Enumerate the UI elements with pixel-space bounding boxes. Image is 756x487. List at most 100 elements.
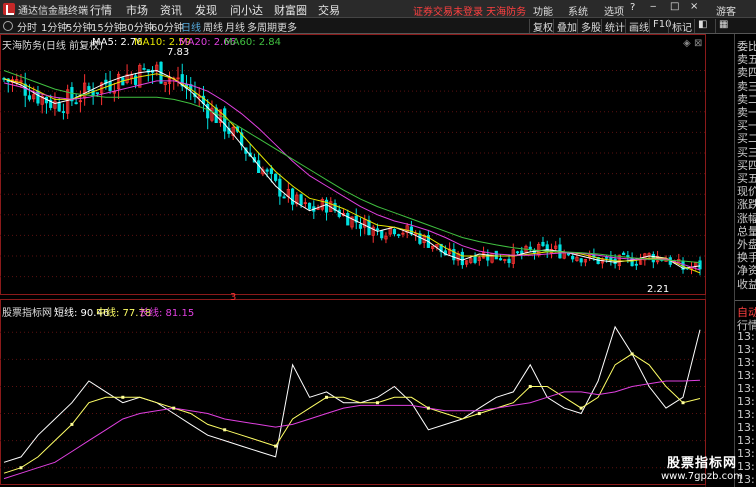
- period-60min[interactable]: 60分钟: [151, 19, 184, 34]
- app-logo-icon: [3, 3, 15, 15]
- candle-body: [142, 68, 146, 70]
- candle-body: [265, 169, 269, 172]
- long-line: [3, 379, 701, 480]
- candle-body: [498, 258, 503, 261]
- menu-quotes[interactable]: 行情: [90, 2, 112, 18]
- candle-body: [27, 95, 32, 100]
- watermark: 股票指标网 www.7gpzb.com: [648, 452, 756, 487]
- menu-news[interactable]: 资讯: [160, 2, 182, 18]
- period-more[interactable]: 更多: [277, 19, 297, 34]
- mid-line-dot: [121, 395, 125, 399]
- candle-body: [278, 178, 282, 197]
- layout-icon[interactable]: ▦: [715, 19, 728, 33]
- kline-chart[interactable]: 7.507.006.506.005.505.004.504.003.503.00…: [0, 34, 706, 487]
- tick-time: 13:1: [737, 330, 756, 343]
- long-line-legend: 长线: 81.15: [139, 308, 195, 319]
- candle-body: [397, 234, 401, 236]
- candle-body: [605, 256, 609, 259]
- mid-line-dot: [223, 428, 227, 432]
- candle-body: [274, 173, 278, 181]
- period-30min[interactable]: 30分钟: [121, 19, 154, 34]
- maximize-icon[interactable]: □: [670, 1, 679, 12]
- candle-body: [87, 86, 91, 91]
- period-weekly[interactable]: 周线: [203, 19, 223, 34]
- period-intraday[interactable]: 分时: [17, 19, 37, 34]
- mid-line-dot: [172, 406, 176, 410]
- high-price-annotation: 7.83: [167, 47, 190, 58]
- menu-system[interactable]: 系统: [568, 3, 588, 18]
- period-multi[interactable]: 多周期: [247, 19, 277, 34]
- candle-body: [95, 92, 99, 95]
- mid-line-dot: [325, 395, 329, 399]
- mid-line-dot: [274, 444, 278, 448]
- menu-options[interactable]: 选项: [604, 3, 624, 18]
- chart-area[interactable]: 7.507.006.506.005.505.004.504.003.503.00…: [0, 34, 706, 487]
- mid-line-dot: [375, 401, 379, 405]
- mid-line-dot: [70, 422, 74, 426]
- panel-divider: [735, 300, 756, 301]
- candle-body: [571, 255, 575, 260]
- candle-body: [622, 252, 626, 256]
- login-notice: 证券交易未登录 天海防务: [413, 7, 527, 18]
- menu-wealth-circle[interactable]: 财富圈: [274, 2, 307, 18]
- period-daily[interactable]: 日线: [181, 19, 201, 34]
- menu-market[interactable]: 市场: [126, 2, 148, 18]
- candle-body: [375, 228, 380, 231]
- menu-ask[interactable]: 问小达: [230, 2, 263, 18]
- adjust-button[interactable]: 复权: [529, 19, 553, 34]
- stats-button[interactable]: 统计: [601, 19, 625, 34]
- help-icon[interactable]: ?: [630, 2, 635, 13]
- period-monthly[interactable]: 月线: [225, 19, 245, 34]
- guest-user[interactable]: 游客: [716, 3, 736, 18]
- close-icon[interactable]: ×: [690, 1, 698, 12]
- tick-time: 13:1: [737, 356, 756, 369]
- toggle-panel-icon[interactable]: ◧: [694, 19, 707, 33]
- mid-line-dot: [477, 412, 481, 416]
- candle-body: [57, 102, 61, 112]
- candle-body: [358, 224, 363, 229]
- candle-body: [541, 241, 545, 247]
- period-15min[interactable]: 15分钟: [91, 19, 124, 34]
- mid-line-dot: [681, 401, 685, 405]
- period-1min[interactable]: 1分钟: [41, 19, 67, 34]
- candle-body: [460, 251, 464, 266]
- candle-body: [299, 194, 303, 205]
- minimize-icon[interactable]: ‒: [650, 1, 656, 12]
- candle-body: [223, 108, 227, 132]
- candle-body: [380, 230, 384, 239]
- chart-close-icon[interactable]: ⊠: [694, 38, 702, 49]
- candle-body: [307, 202, 312, 210]
- watermark-url: www.7gpzb.com: [661, 471, 743, 482]
- period-5min[interactable]: 5分钟: [66, 19, 92, 34]
- title-bar: 通达信金融终端 行情 市场 资讯 发现 问小达 财富圈 交易 证券交易未登录 天…: [0, 0, 756, 18]
- ma-line-ma60: [3, 70, 701, 264]
- mark-button[interactable]: 标记: [668, 19, 692, 34]
- candle-body: [61, 111, 66, 113]
- event-marker: 3: [230, 292, 237, 303]
- tick-time: 13:1: [737, 343, 756, 356]
- low-price-annotation: 2.21: [647, 284, 670, 295]
- ma60-legend: MA60: 2.84: [224, 37, 282, 48]
- candle-body: [634, 263, 638, 266]
- candle-body: [626, 255, 630, 258]
- ma-line-ma5: [3, 69, 701, 269]
- candle-body: [269, 168, 273, 175]
- zoom-in-icon[interactable]: ◈: [683, 38, 691, 49]
- draw-line-button[interactable]: 画线: [625, 19, 649, 34]
- candle-body: [282, 196, 286, 199]
- tick-time: 13:1: [737, 369, 756, 382]
- menu-trade[interactable]: 交易: [318, 2, 340, 18]
- tick-time: 13:1: [737, 395, 756, 408]
- candle-body: [515, 251, 520, 254]
- candle-body: [494, 250, 498, 260]
- candle-body: [74, 102, 78, 105]
- overlay-button[interactable]: 叠加: [553, 19, 577, 34]
- tick-time: 13:1: [737, 434, 756, 447]
- period-toolbar: 分时 1分钟 5分钟 15分钟 30分钟 60分钟 日线 周线 月线 多周期 更…: [0, 18, 756, 34]
- menu-discover[interactable]: 发现: [195, 2, 217, 18]
- quote-field-label: 收益: [737, 277, 756, 291]
- multi-stock-button[interactable]: 多股: [577, 19, 601, 34]
- app-name: 通达信金融终端: [18, 6, 88, 17]
- menu-functions[interactable]: 功能: [533, 3, 553, 18]
- tick-time: 13:1: [737, 421, 756, 434]
